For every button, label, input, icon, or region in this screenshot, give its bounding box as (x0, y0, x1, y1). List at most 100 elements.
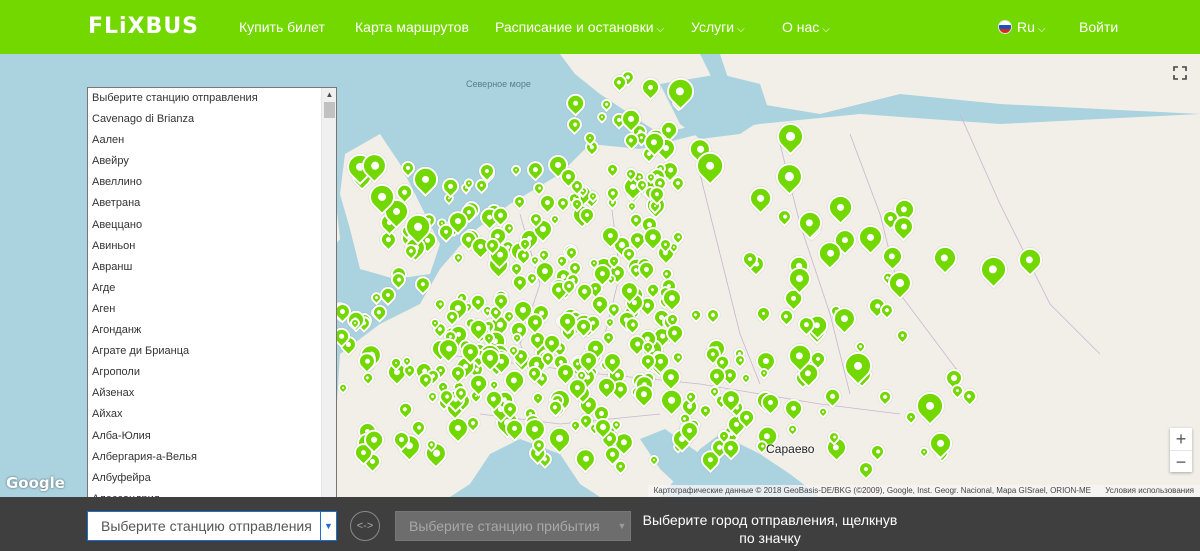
station-pin-icon[interactable] (562, 89, 589, 117)
station-pin-icon[interactable] (687, 306, 705, 323)
station-pin-icon[interactable] (815, 404, 830, 419)
station-pin-icon[interactable] (570, 443, 602, 474)
station-option[interactable]: Авиньон (88, 236, 321, 257)
station-pin-icon[interactable] (752, 302, 775, 324)
fullscreen-icon[interactable] (1173, 66, 1187, 80)
station-pin-icon[interactable] (598, 96, 614, 112)
zoom-in-button[interactable]: + (1170, 428, 1192, 450)
station-pin-icon[interactable] (637, 74, 664, 102)
arrival-station-select[interactable]: Выберите станцию прибытия ▼ (395, 511, 631, 541)
station-pin-icon[interactable] (744, 182, 776, 215)
station-option[interactable]: Агонданж (88, 320, 321, 341)
station-option[interactable]: Аген (88, 299, 321, 320)
scrollbar-thumb[interactable] (324, 102, 335, 118)
scroll-up-icon[interactable]: ▲ (322, 88, 336, 102)
station-pin-icon[interactable] (923, 427, 957, 460)
station-option[interactable]: Авеццано (88, 215, 321, 236)
russia-flag-icon (998, 20, 1012, 34)
station-pin-icon[interactable] (625, 199, 640, 214)
station-pin-icon[interactable] (852, 220, 888, 256)
station-option[interactable]: Албуфейра (88, 468, 321, 489)
station-pin-icon[interactable] (838, 346, 878, 386)
station-pin-icon[interactable] (335, 380, 350, 395)
language-label: Ru (1017, 19, 1035, 35)
station-pin-icon[interactable] (877, 241, 908, 271)
station-option[interactable]: Выберите станцию отправления (88, 88, 321, 109)
station-pin-icon[interactable] (779, 395, 807, 422)
language-selector[interactable]: Ru ⌵ (998, 19, 1046, 35)
nav-about-label: О нас (782, 19, 820, 35)
station-pin-icon[interactable] (647, 453, 662, 468)
arrival-placeholder: Выберите станцию прибытия (409, 518, 600, 534)
map-attribution: Картографические данные © 2018 GeoBasis-… (647, 485, 1200, 497)
station-pin-icon[interactable] (594, 109, 609, 124)
station-pin-icon[interactable] (523, 157, 548, 183)
station-pin-icon[interactable] (875, 387, 895, 407)
station-option[interactable]: Айзенах (88, 383, 321, 404)
nav-route-map[interactable]: Карта маршрутов (355, 19, 469, 35)
zoom-out-button[interactable]: − (1170, 450, 1192, 472)
station-pin-icon[interactable] (450, 249, 467, 266)
swap-stations-button[interactable]: <-> (350, 511, 380, 541)
station-pin-icon[interactable] (394, 398, 416, 420)
station-pin-icon[interactable] (893, 326, 912, 346)
nav-schedule-stops[interactable]: Расписание и остановки ⌵ (495, 19, 664, 35)
station-pin-icon[interactable] (438, 174, 463, 199)
north-sea-label: Северное море (466, 79, 531, 89)
station-pin-icon[interactable] (661, 72, 699, 111)
departure-station-list[interactable]: Выберите станцию отправления Cavenago di … (87, 87, 337, 509)
station-pin-icon[interactable] (928, 241, 962, 275)
station-pin-icon[interactable] (411, 272, 435, 296)
station-pin-icon[interactable] (669, 348, 688, 367)
nav-route-map-label: Карта маршрутов (355, 19, 469, 35)
station-option[interactable]: Авейру (88, 151, 321, 172)
zoom-control: + − (1170, 428, 1192, 472)
list-scrollbar[interactable]: ▲ ▼ (321, 88, 336, 508)
station-option[interactable]: Агде (88, 278, 321, 299)
station-option[interactable]: Аален (88, 130, 321, 151)
departure-station-select[interactable]: Выберите станцию отправления ▼ (87, 511, 337, 541)
station-pin-icon[interactable] (774, 206, 796, 228)
station-pin-icon[interactable] (508, 163, 523, 177)
station-pin-icon[interactable] (974, 250, 1012, 289)
station-pin-icon[interactable] (603, 160, 622, 179)
station-option[interactable]: Авранш (88, 257, 321, 278)
flixbus-logo[interactable]: FLiXBUS (88, 14, 199, 39)
station-option[interactable]: Аграте ди Брианца (88, 341, 321, 362)
station-pin-icon[interactable] (510, 191, 529, 211)
station-pin-icon[interactable] (564, 113, 586, 136)
station-pin-icon[interactable] (529, 389, 547, 407)
station-option[interactable]: Авеллино (88, 172, 321, 193)
chevron-down-icon[interactable]: ▼ (614, 512, 630, 540)
station-pin-icon[interactable] (431, 294, 449, 313)
station-pin-icon[interactable] (820, 384, 845, 409)
station-option[interactable]: Cavenago di Brianza (88, 109, 321, 130)
station-pin-icon[interactable] (702, 304, 723, 325)
station-option[interactable]: Агрополи (88, 362, 321, 383)
login-button[interactable]: Войти (1079, 19, 1118, 35)
nav-services[interactable]: Услуги ⌵ (691, 19, 745, 35)
station-pin-icon[interactable] (738, 371, 754, 386)
station-pin-icon[interactable] (695, 401, 715, 421)
station-pin-icon[interactable] (916, 444, 931, 459)
chevron-down-icon: ⌵ (1037, 24, 1046, 35)
selection-hint: Выберите город отправления, щелкнув по з… (642, 512, 898, 546)
station-pin-icon[interactable] (770, 156, 810, 196)
station-options: Выберите станцию отправления Cavenago di … (88, 88, 321, 508)
station-pin-icon[interactable] (854, 457, 878, 481)
station-pin-icon[interactable] (822, 190, 858, 226)
nav-about[interactable]: О нас ⌵ (782, 19, 830, 35)
station-pin-icon[interactable] (867, 440, 889, 463)
chevron-down-icon[interactable]: ▼ (320, 512, 336, 540)
station-option[interactable]: Айхах (88, 404, 321, 425)
station-pin-icon[interactable] (1013, 243, 1047, 277)
station-pin-icon[interactable] (359, 369, 377, 387)
terms-link[interactable]: Условия использования (1105, 486, 1194, 495)
station-option[interactable]: Алба-Юлия (88, 426, 321, 447)
nav-buy-ticket[interactable]: Купить билет (239, 19, 325, 35)
station-pin-icon[interactable] (793, 206, 827, 240)
station-pin-icon[interactable] (784, 422, 800, 438)
station-option[interactable]: Аветрана (88, 193, 321, 214)
station-pin-icon[interactable] (770, 117, 810, 156)
station-option[interactable]: Албергария-а-Велья (88, 447, 321, 468)
